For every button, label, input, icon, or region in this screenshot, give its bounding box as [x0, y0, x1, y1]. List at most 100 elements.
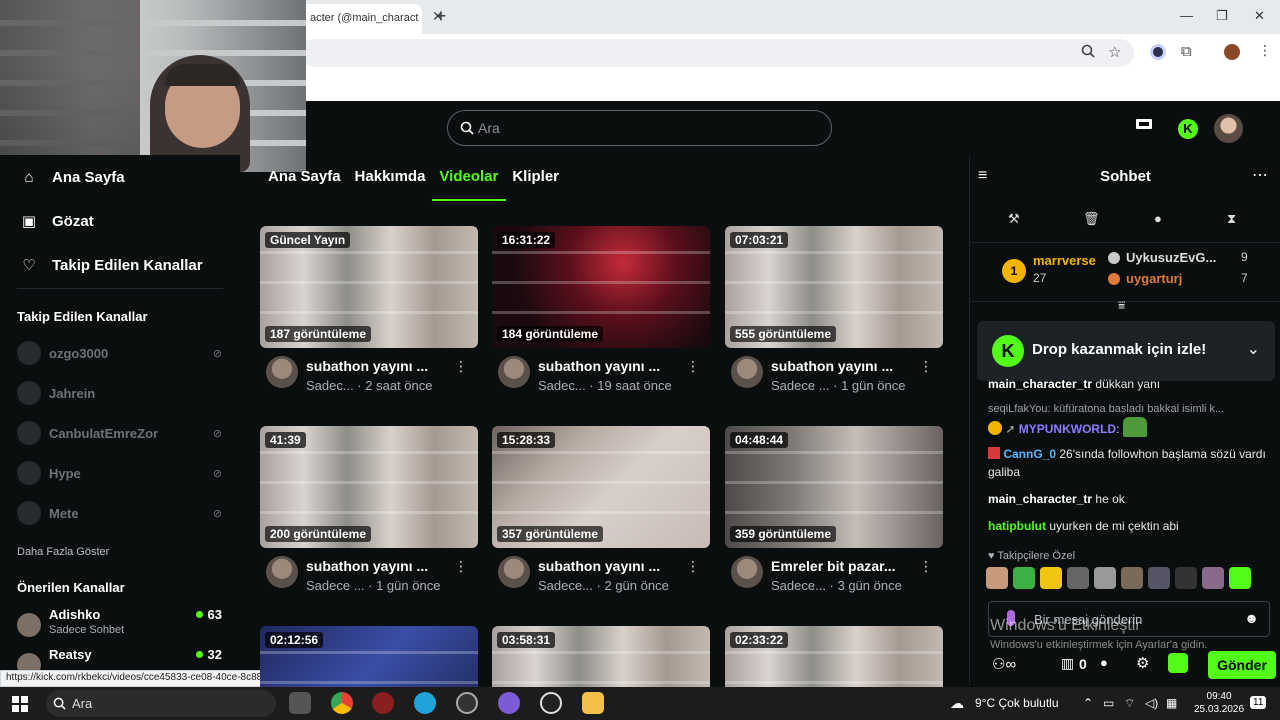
gift-icon[interactable] — [1135, 115, 1153, 136]
avatar[interactable] — [266, 556, 298, 588]
chat-bubble-icon[interactable]: ● — [1154, 211, 1162, 226]
emote[interactable] — [1121, 567, 1143, 589]
emote[interactable] — [986, 567, 1008, 589]
browser-tab[interactable]: acter (@main_charact — [300, 4, 422, 34]
video-thumbnail[interactable]: 15:28:33 357 görüntüleme — [492, 426, 710, 548]
new-tab-button[interactable]: + — [430, 6, 452, 28]
followed-channel-item[interactable]: Mete ⊘ — [17, 500, 222, 526]
emote[interactable] — [1067, 567, 1089, 589]
chrome-icon[interactable] — [331, 692, 353, 714]
system-clock[interactable]: 09:40 25.03.2026 — [1194, 690, 1244, 716]
chevron-down-icon[interactable]: ⌄ — [1247, 339, 1260, 359]
chat-menu-icon[interactable]: ⋯ — [1252, 165, 1268, 185]
app-icon[interactable] — [498, 692, 520, 714]
video-card[interactable]: 04:48:44 359 görüntüleme Emreler bit pazar… — [725, 426, 943, 602]
video-thumbnail[interactable]: 16:31:22 184 görüntüleme — [492, 226, 710, 348]
close-window-icon[interactable]: ✕ — [1254, 8, 1265, 24]
video-thumbnail[interactable]: 41:39 200 görüntüleme — [260, 426, 478, 548]
volume-icon[interactable]: ◁) — [1145, 696, 1158, 710]
avatar[interactable] — [731, 356, 763, 388]
video-card[interactable]: 07:03:21 555 görüntüleme subathon yayını .… — [725, 226, 943, 402]
nav-following[interactable]: ♡ Takip Edilen Kanallar — [20, 253, 202, 277]
chat-reply-preview[interactable]: seqiLfakYou: küfüratona basladı bakkal i… — [988, 403, 1268, 415]
file-explorer-icon[interactable] — [582, 692, 604, 714]
notification-badge[interactable]: 11 — [1250, 696, 1267, 709]
avatar[interactable] — [731, 556, 763, 588]
avatar[interactable] — [266, 356, 298, 388]
address-bar[interactable]: ☆ — [300, 39, 1134, 67]
chat-bubble-icon[interactable]: ● — [1100, 655, 1108, 670]
nav-browse[interactable]: ▣ Gözat — [20, 209, 94, 233]
search-input[interactable]: Ara — [447, 110, 832, 146]
more-options-icon[interactable]: ⋮ — [454, 358, 468, 375]
video-card[interactable]: 41:39 200 görüntüleme subathon yayını ... S… — [260, 426, 478, 602]
avatar[interactable] — [498, 556, 530, 588]
network-icon[interactable]: ⌔ — [1124, 696, 1135, 711]
hourglass-icon[interactable]: ⧗ — [1227, 211, 1236, 227]
show-more-link[interactable]: Daha Fazla Göster — [17, 546, 109, 558]
infinity-icon[interactable]: ⚇∞ — [992, 655, 1016, 673]
tab-videos[interactable]: Videolar — [439, 168, 498, 185]
more-options-icon[interactable]: ⋮ — [919, 558, 933, 575]
tab-about[interactable]: Hakkımda — [355, 168, 426, 185]
edge-icon[interactable] — [414, 692, 436, 714]
puzzle-icon[interactable]: ⧉ — [1181, 43, 1192, 60]
emote[interactable] — [1229, 567, 1251, 589]
taskbar-search[interactable]: Ara — [46, 690, 276, 717]
followed-channel-item[interactable]: Jahrein — [17, 380, 222, 406]
emoji-icon[interactable]: ☻ — [1244, 610, 1259, 626]
user-avatar[interactable] — [1214, 114, 1243, 143]
minimize-icon[interactable]: — — [1180, 8, 1193, 23]
video-title[interactable]: subathon yayını ... — [306, 558, 456, 574]
language-icon[interactable]: ▦ — [1166, 696, 1177, 710]
video-card[interactable]: 15:28:33 357 görüntüleme subathon yayını .… — [492, 426, 710, 602]
tab-clips[interactable]: Klipler — [512, 168, 559, 185]
gift-box-icon[interactable]: ▥ — [1061, 655, 1074, 672]
emote[interactable] — [1175, 567, 1197, 589]
profile-avatar[interactable] — [1224, 44, 1240, 60]
more-options-icon[interactable]: ⋮ — [686, 358, 700, 375]
video-thumbnail[interactable]: Güncel Yayın 187 görüntüleme — [260, 226, 478, 348]
kick-logo-icon[interactable]: K — [1178, 119, 1198, 139]
zoom-icon[interactable] — [1081, 44, 1095, 61]
maximize-icon[interactable]: ❐ — [1216, 8, 1228, 24]
video-card[interactable]: Güncel Yayın 187 görüntüleme subathon yayı… — [260, 226, 478, 402]
emote[interactable] — [1094, 567, 1116, 589]
browser-menu-icon[interactable]: ⋮ — [1258, 42, 1272, 59]
video-title[interactable]: subathon yayını ... — [538, 358, 688, 374]
nav-home[interactable]: ⌂ Ana Sayfa — [20, 165, 124, 189]
windows-start-icon[interactable] — [12, 696, 28, 712]
tray-chevron-icon[interactable]: ⌃ — [1083, 696, 1093, 710]
emote[interactable] — [1148, 567, 1170, 589]
send-button[interactable]: Gönder — [1208, 651, 1276, 679]
more-options-icon[interactable]: ⋮ — [686, 558, 700, 575]
video-title[interactable]: subathon yayını ... — [538, 558, 688, 574]
followed-channel-item[interactable]: CanbulatEmreZor ⊘ — [17, 420, 222, 446]
followed-channel-item[interactable]: ozgo3000 ⊘ — [17, 340, 222, 366]
obs-icon[interactable] — [540, 692, 562, 714]
bookmark-star-icon[interactable]: ☆ — [1108, 43, 1121, 61]
video-thumbnail[interactable]: 04:48:44 359 görüntüleme — [725, 426, 943, 548]
hammer-icon[interactable]: ⚒ — [1008, 211, 1020, 227]
app-icon[interactable] — [456, 692, 478, 714]
emote[interactable] — [1040, 567, 1062, 589]
more-options-icon[interactable]: ⋮ — [919, 358, 933, 375]
drop-banner[interactable]: K Drop kazanmak için izle! ⌄ — [977, 321, 1275, 381]
video-card[interactable]: 16:31:22 184 görüntüleme subathon yayını .… — [492, 226, 710, 402]
app-icon[interactable] — [372, 692, 394, 714]
video-title[interactable]: Emreler bit pazar... — [771, 558, 921, 574]
emote-menu-icon[interactable] — [1168, 653, 1188, 673]
recommended-channel-item[interactable]: Adishko Sadece Sohbet 63 — [17, 607, 222, 643]
video-title[interactable]: subathon yayını ... — [306, 358, 456, 374]
video-title[interactable]: subathon yayını ... — [771, 358, 921, 374]
video-thumbnail[interactable]: 07:03:21 555 görüntüleme — [725, 226, 943, 348]
expand-leaderboard-icon[interactable]: ⩸ — [1118, 298, 1125, 313]
task-view-icon[interactable] — [289, 692, 311, 714]
more-options-icon[interactable]: ⋮ — [454, 558, 468, 575]
tab-home[interactable]: Ana Sayfa — [268, 168, 341, 185]
trash-icon[interactable]: 🗑 — [1083, 211, 1100, 227]
emote[interactable] — [1013, 567, 1035, 589]
emote[interactable] — [1202, 567, 1224, 589]
avatar[interactable] — [498, 356, 530, 388]
extension-icon[interactable] — [1150, 44, 1166, 60]
